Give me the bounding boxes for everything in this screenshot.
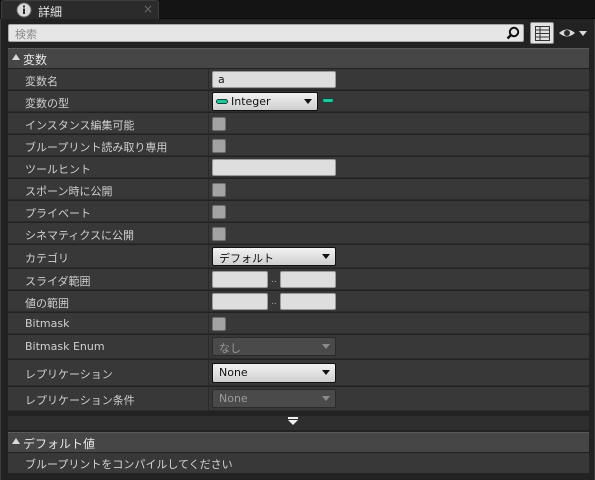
variable-type-value: Integer [231,95,271,108]
row-instance-editable: インスタンス編集可能 [8,113,589,134]
search-icon[interactable] [506,26,520,40]
type-pin-icon [216,99,228,104]
row-label: 値の範囲 [25,297,69,310]
row-blueprint-readonly: ブループリント読み取り専用 [8,135,589,156]
instance-editable-checkbox[interactable] [212,117,226,131]
category-title: 変数 [23,53,48,67]
variable-type-dropdown[interactable]: Integer [212,92,318,111]
category-header-variable[interactable]: 変数 [8,48,589,68]
chevron-down-icon [322,370,330,375]
range-separator: .. [271,297,277,307]
expand-arrow-icon [288,420,298,425]
chevron-down-icon [322,396,330,401]
search-placeholder: 検索 [15,28,37,41]
category-header-default-value[interactable]: デフォルト値 [8,432,589,452]
bitmask-checkbox[interactable] [212,317,226,331]
row-label: レプリケーション [25,368,113,381]
row-label: Bitmask Enum [25,340,105,353]
value-range-min-input[interactable] [212,293,268,310]
compile-message: ブループリントをコンパイルしてください [25,458,233,471]
row-replication-condition: レプリケーション条件 None [8,387,589,411]
row-variable-type: 変数の型 Integer [8,91,589,112]
row-label: ブループリント読み取り専用 [25,141,168,154]
collapse-arrow-icon[interactable] [12,438,20,444]
row-label: スポーン時に公開 [25,185,113,198]
value-range-max-input[interactable] [280,293,336,310]
replication-condition-value: None [219,392,248,405]
variable-name-input[interactable]: a [212,71,336,88]
chevron-down-icon [322,344,330,349]
row-slider-range: スライダ範囲 .. [8,269,589,290]
container-type-pin-icon[interactable] [322,98,334,103]
grid-view-button[interactable] [530,22,554,44]
advanced-expand-button[interactable] [8,416,589,430]
private-checkbox[interactable] [212,205,226,219]
row-label: ツールヒント [25,163,91,176]
category-value: デフォルト [219,252,274,265]
row-label: 変数の型 [25,97,69,110]
row-label: プライベート [25,207,91,220]
tab-details[interactable]: 詳細 × [1,0,159,19]
expose-on-spawn-checkbox[interactable] [212,183,226,197]
category-title: デフォルト値 [23,437,96,451]
row-category: カテゴリ デフォルト [8,245,589,268]
row-expose-cinematics: シネマティクスに公開 [8,223,589,244]
row-expose-on-spawn: スポーン時に公開 [8,179,589,200]
row-value-range: 値の範囲 .. [8,291,589,312]
row-variable-name: 変数名 a [8,69,589,90]
expose-cinematics-checkbox[interactable] [212,227,226,241]
replication-value: None [219,366,248,379]
row-tooltip: ツールヒント [8,157,589,178]
row-bitmask: Bitmask [8,313,589,334]
category-dropdown[interactable]: デフォルト [212,247,336,266]
chevron-down-icon [322,254,330,259]
tooltip-input[interactable] [212,159,336,176]
replication-condition-dropdown[interactable]: None [212,389,336,408]
row-bitmask-enum: Bitmask Enum なし [8,335,589,359]
search-row: 検索 [8,22,589,44]
grid-view-icon [535,26,550,41]
row-label: カテゴリ [25,252,69,265]
row-label: レプリケーション条件 [25,394,135,407]
bitmask-enum-dropdown[interactable]: なし [212,337,336,356]
details-panel: 検索 変数 変数名 a 変数の型 Integer インスタンス編集可能 ブループ… [0,19,595,480]
row-label: シネマティクスに公開 [25,229,135,242]
range-separator: .. [271,275,277,285]
collapse-arrow-icon[interactable] [12,54,20,60]
compile-message-row: ブループリントをコンパイルしてください [8,453,589,473]
expand-line [288,417,298,419]
slider-range-max-input[interactable] [280,271,336,288]
eye-visibility-icon[interactable] [558,25,588,41]
info-icon [16,2,32,18]
row-private: プライベート [8,201,589,222]
search-input[interactable]: 検索 [8,24,524,42]
blueprint-readonly-checkbox[interactable] [212,139,226,153]
row-label: スライダ範囲 [25,275,91,288]
slider-range-min-input[interactable] [212,271,268,288]
replication-dropdown[interactable]: None [212,363,336,383]
chevron-down-icon [304,99,312,104]
row-replication: レプリケーション None [8,360,589,386]
bitmask-enum-value: なし [219,342,241,355]
tab-title: 詳細 [38,5,63,19]
row-label: インスタンス編集可能 [25,119,135,132]
tab-bar: 詳細 × [0,0,595,19]
tab-close-button[interactable]: × [143,2,153,16]
row-label: 変数名 [25,75,58,88]
row-label: Bitmask [25,317,70,330]
